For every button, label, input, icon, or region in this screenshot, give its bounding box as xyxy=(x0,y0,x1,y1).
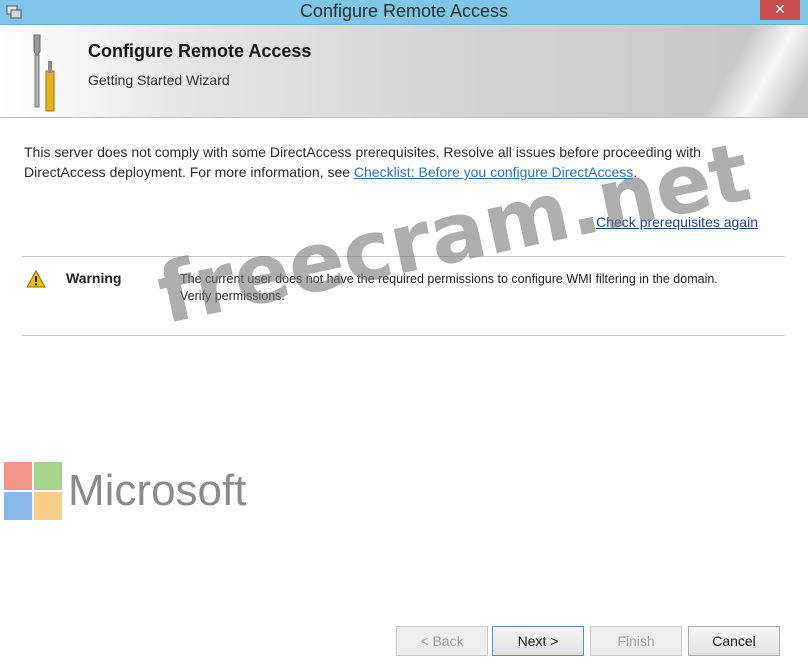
finish-button[interactable]: Finish xyxy=(590,626,682,656)
warning-icon xyxy=(26,270,46,288)
next-button[interactable]: Next > xyxy=(492,626,584,656)
header-title: Configure Remote Access xyxy=(88,41,312,61)
window-title: Configure Remote Access xyxy=(299,1,509,21)
header-decoration xyxy=(698,25,808,117)
window-titlebar: Configure Remote Access ✕ xyxy=(0,0,808,25)
warning-label: Warning xyxy=(66,270,122,286)
cancel-button[interactable]: Cancel xyxy=(688,626,780,656)
divider-bottom xyxy=(22,335,785,336)
wizard-header: Configure Remote Access Getting Started … xyxy=(0,25,808,118)
microsoft-logo xyxy=(4,462,62,520)
tools-icon xyxy=(33,34,55,112)
brand-watermark: Microsoft xyxy=(68,466,247,515)
header-subtitle: Getting Started Wizard xyxy=(88,72,230,88)
back-button[interactable]: < Back xyxy=(396,626,488,656)
close-button[interactable]: ✕ xyxy=(760,0,800,20)
